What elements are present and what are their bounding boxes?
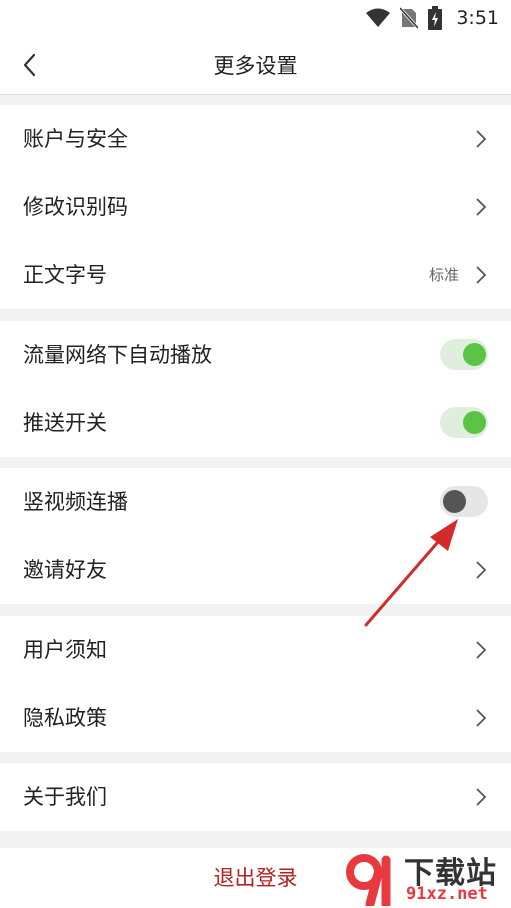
header-bar: 更多设置 (0, 36, 511, 95)
watermark-site: 91xz.net (406, 884, 488, 904)
row-user-notice[interactable]: 用户须知 (0, 616, 511, 684)
row-label: 修改识别码 (23, 195, 128, 219)
row-account-security[interactable]: 账户与安全 (0, 105, 511, 173)
row-label: 流量网络下自动播放 (23, 343, 212, 367)
row-label: 邀请好友 (23, 558, 107, 582)
chevron-right-icon (476, 641, 487, 659)
row-label: 账户与安全 (23, 127, 128, 151)
settings-group-playback: 流量网络下自动播放 推送开关 (0, 321, 511, 457)
row-font-size[interactable]: 正文字号 标准 (0, 241, 511, 309)
row-label: 关于我们 (23, 785, 107, 809)
toggle-knob (463, 343, 486, 366)
row-push-switch: 推送开关 (0, 389, 511, 457)
row-label: 用户须知 (23, 638, 107, 662)
row-modify-id-code[interactable]: 修改识别码 (0, 173, 511, 241)
settings-group-legal: 用户须知 隐私政策 (0, 616, 511, 752)
row-autoplay-mobile-data: 流量网络下自动播放 (0, 321, 511, 389)
font-size-value: 标准 (428, 266, 459, 284)
chevron-right-icon (476, 561, 487, 579)
chevron-right-icon (476, 266, 487, 284)
chevron-right-icon (476, 130, 487, 148)
toggle-knob (463, 411, 486, 434)
page-title: 更多设置 (213, 54, 298, 78)
row-label: 隐私政策 (23, 706, 107, 730)
row-vertical-video-autoplay: 竖视频连播 (0, 468, 511, 536)
settings-group-account: 账户与安全 修改识别码 正文字号 标准 (0, 105, 511, 309)
chevron-right-icon (476, 198, 487, 216)
vertical-video-toggle[interactable] (440, 486, 488, 517)
settings-group-video: 竖视频连播 邀请好友 (0, 468, 511, 604)
chevron-right-icon (476, 788, 487, 806)
row-invite-friends[interactable]: 邀请好友 (0, 536, 511, 604)
wifi-icon (366, 8, 391, 27)
battery-charging-icon (428, 6, 443, 30)
no-sim-icon (400, 7, 419, 29)
row-label: 推送开关 (23, 411, 107, 435)
settings-group-about: 关于我们 (0, 763, 511, 831)
watermark-logo-icon (346, 854, 391, 906)
row-privacy-policy[interactable]: 隐私政策 (0, 684, 511, 752)
row-about-us[interactable]: 关于我们 (0, 763, 511, 831)
chevron-right-icon (476, 709, 487, 727)
watermark: 下载站 91xz.net (342, 846, 510, 908)
row-label: 竖视频连播 (23, 490, 128, 514)
push-toggle[interactable] (440, 407, 488, 438)
autoplay-toggle[interactable] (440, 339, 488, 370)
row-label: 正文字号 (23, 263, 107, 287)
status-time: 3:51 (456, 7, 499, 29)
toggle-knob (443, 490, 466, 513)
status-bar: 3:51 (0, 0, 511, 36)
